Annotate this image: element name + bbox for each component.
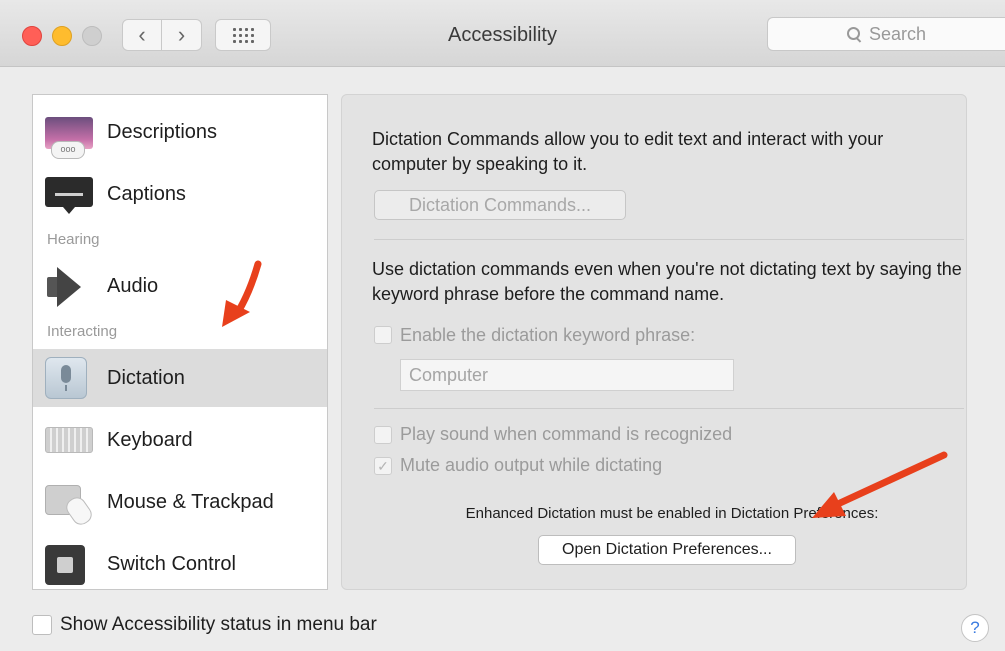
sidebar-item-switch-control[interactable]: Switch Control [33,535,327,589]
show-status-checkbox[interactable] [32,615,52,635]
sidebar-item-label: Dictation [107,366,185,389]
captions-icon [45,177,93,215]
play-sound-checkbox[interactable] [374,426,392,444]
dictation-commands-button[interactable]: Dictation Commands... [374,190,626,220]
enable-keyword-checkbox[interactable] [374,326,392,344]
checkmark-icon: ✓ [377,457,389,474]
open-dictation-preferences-button[interactable]: Open Dictation Preferences... [538,535,796,565]
keyboard-icon [45,427,93,453]
sidebar-item-mouse-trackpad[interactable]: Mouse & Trackpad [33,473,327,531]
sidebar-item-descriptions[interactable]: ooo Descriptions [33,103,327,161]
section-header-hearing: Hearing [47,231,100,248]
sidebar-item-dictation[interactable]: Dictation [33,349,327,407]
keyword-description: Use dictation commands even when you're … [372,259,962,304]
sidebar-item-captions[interactable]: Captions [33,165,327,223]
sidebar-item-label: Captions [107,182,186,205]
sidebar-item-label: Keyboard [107,428,193,451]
divider [374,408,964,409]
show-status-label: Show Accessibility status in menu bar [60,614,377,635]
help-button[interactable]: ? [961,614,989,642]
enable-keyword-label: Enable the dictation keyword phrase: [400,325,696,345]
mute-audio-label: Mute audio output while dictating [400,455,663,475]
mouse-trackpad-icon [45,483,96,529]
sidebar-item-keyboard[interactable]: Keyboard [33,411,327,469]
keyword-phrase-input[interactable] [400,359,734,391]
search-field[interactable]: Search [767,17,1005,51]
sidebar-item-audio[interactable]: Audio [33,257,327,315]
mute-audio-checkbox[interactable]: ✓ [374,457,392,475]
divider [374,239,964,240]
speaker-icon [45,267,89,307]
dictation-panel: Dictation Commands allow you to edit tex… [341,94,967,590]
sidebar[interactable]: ooo Descriptions Captions Hearing Audio … [32,94,328,590]
title-bar: ‹ › Accessibility Search [0,0,1005,67]
sidebar-item-label: Descriptions [107,120,218,143]
play-sound-label: Play sound when command is recognized [400,424,733,444]
sidebar-item-label: Mouse & Trackpad [107,490,274,513]
help-icon: ? [970,618,980,637]
switch-control-icon [45,545,85,585]
microphone-icon [45,357,87,399]
descriptions-icon: ooo [45,117,93,161]
search-icon [846,27,861,41]
sidebar-item-label: Audio [107,274,159,297]
search-placeholder: Search [868,23,927,44]
intro-text: Dictation Commands allow you to edit tex… [372,129,884,174]
enhanced-dictation-note: Enhanced Dictation must be enabled in Di… [465,505,879,522]
section-header-interacting: Interacting [47,323,118,340]
sidebar-item-label: Switch Control [107,552,236,575]
